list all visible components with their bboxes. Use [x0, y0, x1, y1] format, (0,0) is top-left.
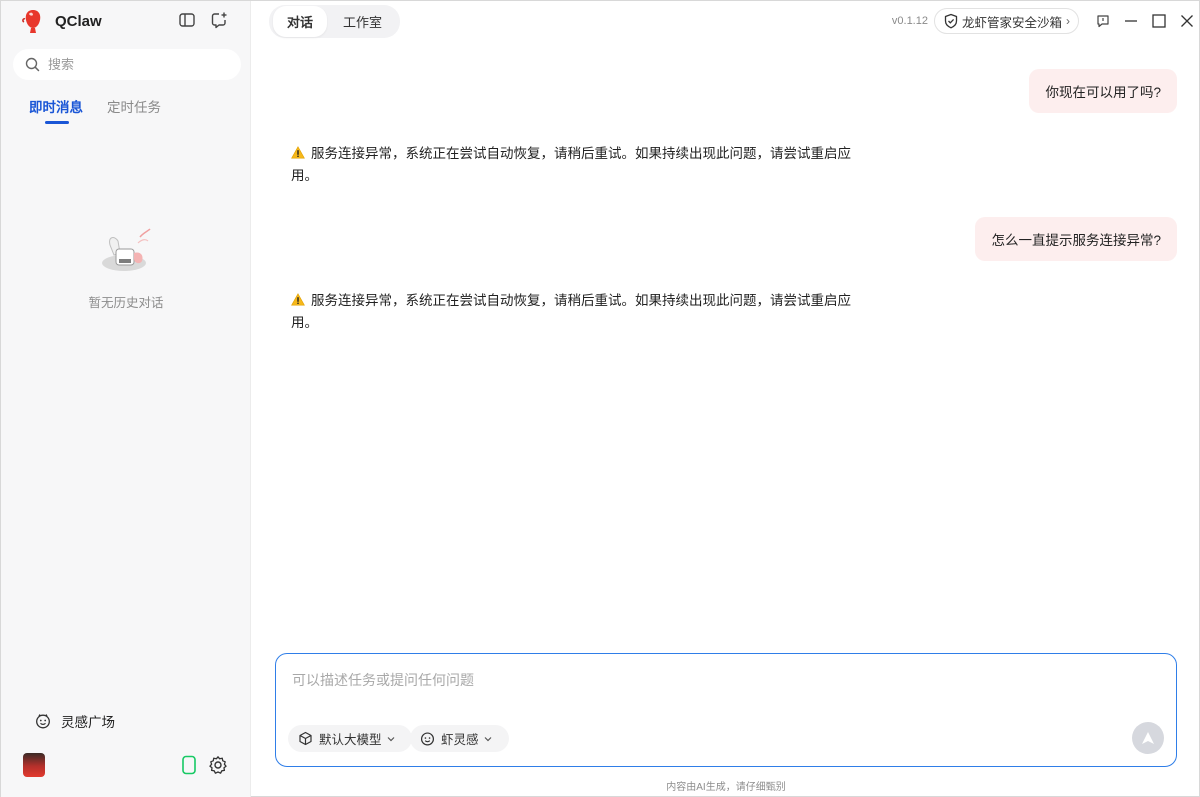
empty-history-illustration [102, 228, 151, 271]
settings-gear-icon[interactable] [208, 755, 228, 780]
assistant-message-line2: 用。 [291, 168, 318, 183]
close-button[interactable] [1173, 7, 1200, 35]
minimize-icon [1125, 20, 1137, 22]
feedback-button[interactable] [1089, 7, 1117, 35]
warning-icon [291, 146, 305, 159]
smiley-face-icon [420, 732, 435, 746]
chevron-down-icon [484, 736, 491, 741]
close-icon [1181, 15, 1193, 27]
search-input[interactable] [48, 57, 228, 72]
title-bar-actions: v0.1.12 龙虾管家安全沙箱 › [892, 7, 1200, 35]
brand: QClaw [21, 9, 102, 33]
qclaw-logo-icon [22, 10, 41, 33]
maximize-button[interactable] [1145, 7, 1173, 35]
shrimp-inspiration-selector[interactable]: 虾灵感 [410, 725, 509, 752]
sidebar-tabs: 即时消息 定时任务 [29, 96, 161, 124]
security-sandbox-label: 龙虾管家安全沙箱 [961, 15, 1062, 30]
model-selector-label: 默认大模型 [319, 733, 382, 747]
phone-device-icon[interactable] [181, 755, 197, 780]
empty-history: 暂无历史对话 [86, 223, 166, 311]
mode-tabs: 对话 工作室 [269, 5, 401, 38]
inspiration-plaza-label: 灵感广场 [61, 715, 115, 730]
app-name: QClaw [55, 12, 102, 30]
sidebar-top-actions [178, 11, 228, 29]
assistant-message-line1: 服务连接异常，系统正在尝试自动恢复，请稍后重试。如果持续出现此问题，请尝试重启应 [311, 146, 851, 161]
message-composer: 默认大模型 虾灵感 [275, 653, 1177, 767]
minimize-button[interactable] [1117, 7, 1145, 35]
message-input[interactable] [292, 672, 1112, 688]
send-arrow-icon [1142, 732, 1154, 744]
tab-chat[interactable]: 对话 [273, 6, 328, 37]
shield-check-icon [944, 13, 958, 29]
ai-disclaimer: 内容由AI生成，请仔细甄别 [666, 782, 786, 793]
user-message: 怎么一直提示服务连接异常? [975, 217, 1177, 261]
version-label: v0.1.12 [891, 15, 928, 27]
send-button[interactable] [1132, 722, 1164, 754]
assistant-message-line2: 用。 [291, 315, 318, 330]
chevron-right-icon: › [1066, 14, 1070, 28]
new-chat-icon[interactable] [210, 11, 228, 29]
tab-instant-messages[interactable]: 即时消息 [29, 96, 83, 124]
maximize-icon [1152, 14, 1166, 28]
assistant-message: 服务连接异常，系统正在尝试自动恢复，请稍后重试。如果持续出现此问题，请尝试重启应… [291, 143, 881, 187]
smiley-face-icon [36, 714, 50, 729]
shrimp-inspiration-label: 虾灵感 [441, 733, 479, 747]
toggle-sidebar-icon[interactable] [178, 11, 196, 29]
warning-icon [291, 293, 305, 306]
search-icon [25, 57, 40, 72]
tab-studio[interactable]: 工作室 [329, 6, 396, 37]
cube-icon [299, 731, 312, 746]
user-avatar[interactable] [23, 753, 45, 777]
user-message: 你现在可以用了吗? [1029, 69, 1177, 113]
inspiration-plaza-button[interactable]: 灵感广场 [35, 711, 115, 731]
model-selector[interactable]: 默认大模型 [288, 725, 412, 752]
feedback-icon [1097, 15, 1109, 28]
empty-history-text: 暂无历史对话 [88, 296, 164, 310]
tab-scheduled-tasks[interactable]: 定时任务 [107, 96, 161, 124]
search-box[interactable] [13, 49, 241, 80]
app-window: QClaw 即时消息 定时任务 [0, 0, 1200, 797]
main-panel: 对话 工作室 v0.1.12 龙虾管家安全沙箱 › 你现在可以用了吗? 服务连接… [251, 1, 1200, 797]
chevron-down-icon [387, 736, 394, 741]
assistant-message-line1: 服务连接异常，系统正在尝试自动恢复，请稍后重试。如果持续出现此问题，请尝试重启应 [311, 293, 851, 308]
security-sandbox-button[interactable]: 龙虾管家安全沙箱 › [933, 8, 1079, 34]
sidebar: QClaw 即时消息 定时任务 [1, 1, 251, 797]
assistant-message: 服务连接异常，系统正在尝试自动恢复，请稍后重试。如果持续出现此问题，请尝试重启应… [291, 290, 881, 334]
